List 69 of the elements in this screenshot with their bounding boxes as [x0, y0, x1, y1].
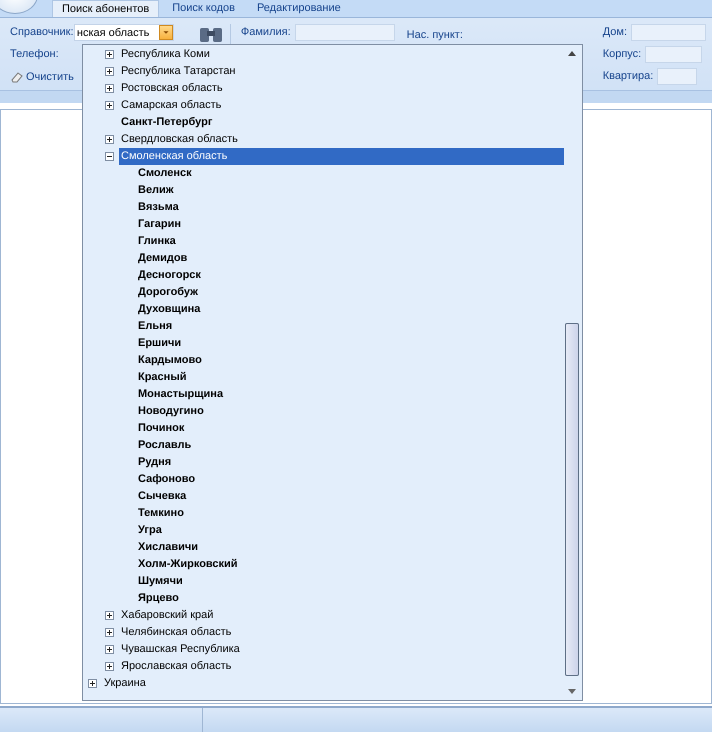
expand-icon[interactable]	[105, 135, 114, 144]
surname-field[interactable]	[294, 24, 395, 41]
expand-icon[interactable]	[105, 84, 114, 93]
tree-item[interactable]: Холм-Жирковский	[136, 556, 240, 573]
tree-item[interactable]: Гагарин	[136, 216, 184, 233]
tree-item[interactable]: Свердловская область	[119, 131, 240, 148]
tree-item[interactable]: Сычевка	[136, 488, 188, 505]
tree-item[interactable]: Смоленск	[136, 165, 194, 182]
tree-item[interactable]: Самарская область	[119, 97, 224, 114]
tree-item[interactable]: Десногорск	[136, 267, 203, 284]
scrollbar-thumb[interactable]	[565, 323, 579, 676]
apartment-field[interactable]	[657, 68, 698, 85]
field-label: Фамилия:	[240, 25, 292, 40]
tree-item[interactable]: Кардымово	[136, 352, 204, 369]
tree-item[interactable]: Темкино	[136, 505, 186, 522]
tree-item[interactable]: Республика Татарстан	[119, 63, 238, 80]
expand-icon[interactable]	[105, 50, 114, 59]
field-label: Корпус:	[602, 47, 642, 62]
expand-icon[interactable]	[88, 679, 97, 688]
tree-item[interactable]: Хабаровский край	[119, 607, 216, 624]
scroll-down-icon[interactable]	[567, 686, 577, 696]
ribbon-tab[interactable]: Поиск кодов	[163, 0, 244, 17]
tree-item[interactable]: Духовщина	[136, 301, 202, 318]
clear-button[interactable]: Очистить	[6, 68, 78, 85]
eraser-icon	[10, 70, 24, 82]
tree-item[interactable]: Монастырщина	[136, 386, 226, 403]
tree-item[interactable]: Ярославская область	[119, 658, 234, 675]
tree-item[interactable]: Сафоново	[136, 471, 198, 488]
tree-item[interactable]: Ярцево	[136, 590, 181, 607]
tree-item[interactable]: Ершичи	[136, 335, 184, 352]
field-label: Дом:	[602, 25, 628, 40]
tree-item[interactable]: Красный	[136, 369, 188, 386]
tree-item[interactable]: Ростовская область	[119, 80, 225, 97]
expand-icon[interactable]	[105, 645, 114, 654]
tree-item[interactable]: Угра	[136, 522, 164, 539]
house-field[interactable]	[631, 24, 706, 41]
scroll-up-icon[interactable]	[567, 49, 577, 59]
expand-icon[interactable]	[105, 101, 114, 110]
tree-item[interactable]: Санкт-Петербург	[119, 114, 214, 131]
expand-icon[interactable]	[105, 628, 114, 637]
tree-item[interactable]: Хиславичи	[136, 539, 200, 556]
field-label: Справочник:	[9, 25, 75, 40]
tree-item[interactable]: Вязьма	[136, 199, 181, 216]
field-label: Нас. пункт:	[406, 28, 464, 43]
field-label: Телефон:	[9, 47, 60, 62]
tree-item[interactable]: Рудня	[136, 454, 174, 471]
field-label: Квартира:	[602, 69, 654, 84]
tree-item[interactable]: Рославль	[136, 437, 194, 454]
tree-item[interactable]: Дорогобуж	[136, 284, 200, 301]
tree-item[interactable]: Глинка	[136, 233, 178, 250]
tree-item[interactable]: Смоленская область	[119, 148, 564, 165]
tree-item[interactable]: Велиж	[136, 182, 176, 199]
ribbon-tab[interactable]: Поиск абонентов	[52, 0, 160, 17]
tree-item[interactable]: Чувашская Республика	[119, 641, 242, 658]
tree-item[interactable]: Починок	[136, 420, 186, 437]
tree-item[interactable]: Украина	[102, 675, 148, 692]
expand-icon[interactable]	[105, 611, 114, 620]
directory-combo[interactable]: нская область	[74, 24, 174, 41]
tree-item[interactable]: Новодугино	[136, 403, 206, 420]
tree-item[interactable]: Республика Коми	[119, 46, 212, 63]
expand-icon[interactable]	[105, 662, 114, 671]
tree-item[interactable]: Челябинская область	[119, 624, 234, 641]
tree-item[interactable]: Ельня	[136, 318, 174, 335]
building-field[interactable]	[645, 46, 702, 63]
expand-icon[interactable]	[105, 67, 114, 76]
tree-item[interactable]: Демидов	[136, 250, 190, 267]
tree-item[interactable]: Шумячи	[136, 573, 185, 590]
ribbon-tab[interactable]: Редактирование	[248, 0, 350, 17]
collapse-icon[interactable]	[105, 152, 114, 161]
